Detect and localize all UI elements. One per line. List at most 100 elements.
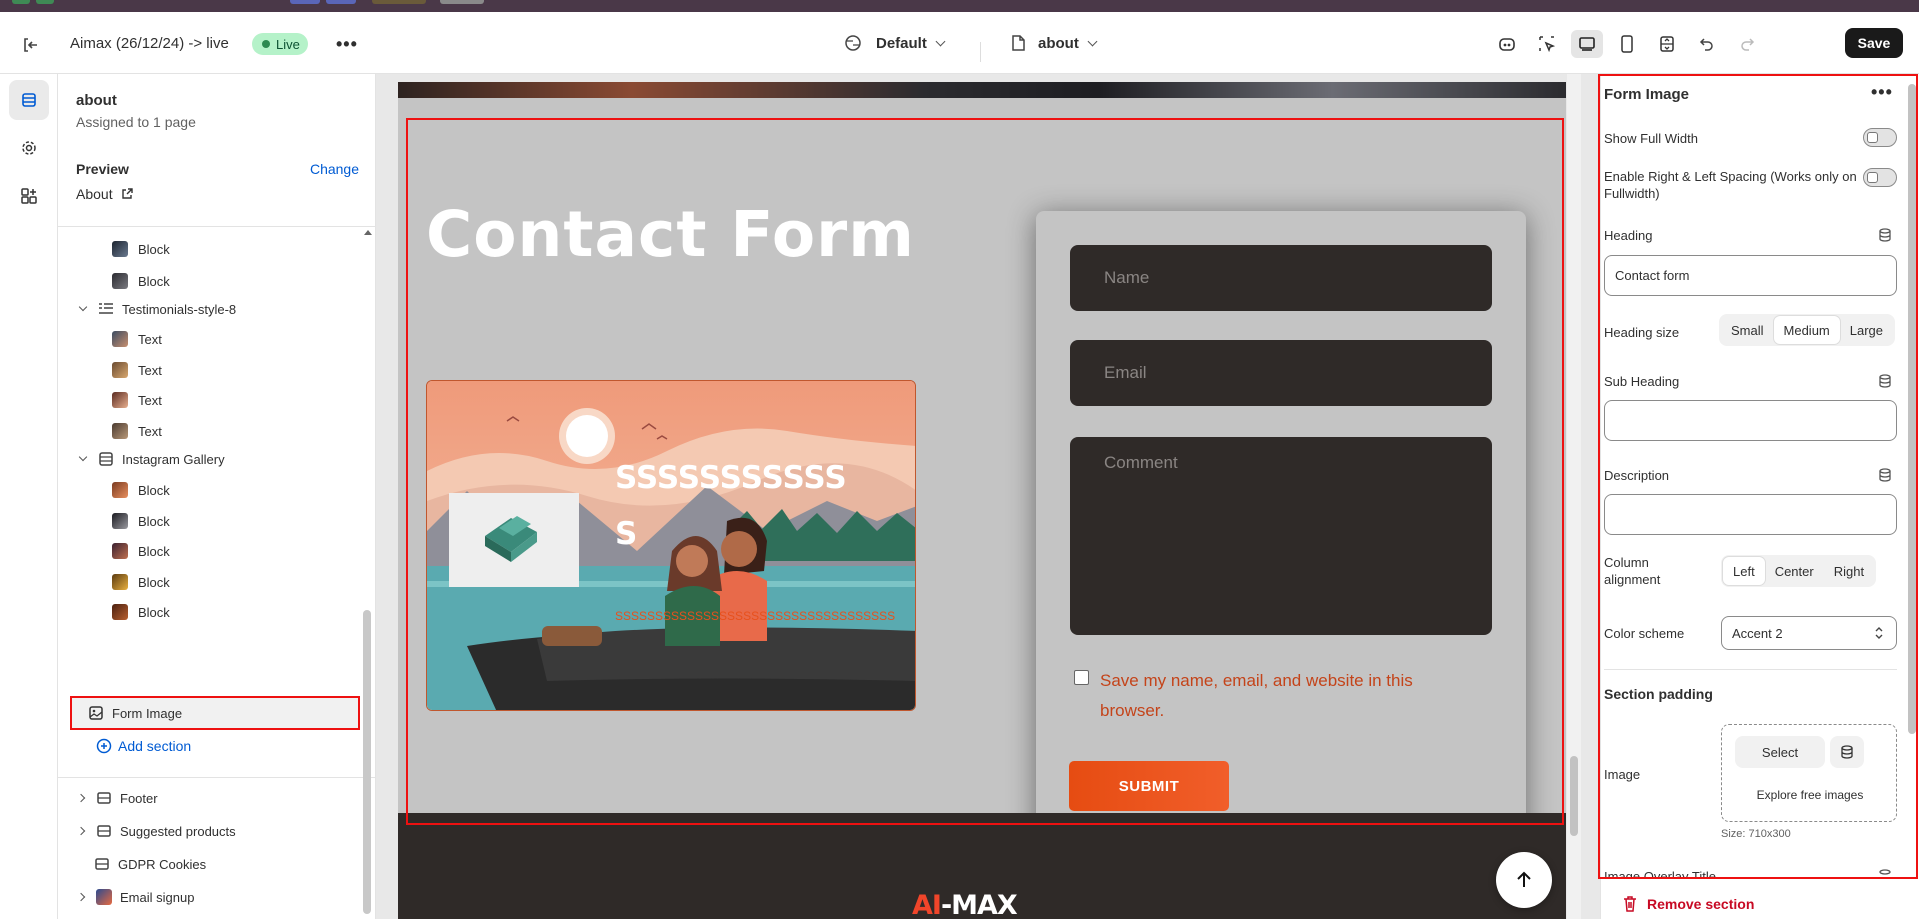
tree-item-label: Form Image	[112, 705, 183, 721]
scroll-up-arrow[interactable]	[364, 230, 372, 235]
external-link-icon	[121, 188, 133, 199]
inspector-icon[interactable]	[1531, 30, 1563, 58]
explore-free-images-link[interactable]: Explore free images	[1722, 788, 1898, 802]
heading-size-selector: Small Medium Large	[1719, 314, 1896, 346]
tree-item-text[interactable]: Text	[112, 416, 162, 446]
live-status-text: Live	[276, 36, 300, 52]
tree-item-instagram-gallery[interactable]: Instagram Gallery	[76, 444, 225, 474]
mobile-view-icon[interactable]	[1611, 30, 1643, 58]
template-selector[interactable]: Default	[844, 34, 946, 52]
select-image-button[interactable]: Select	[1735, 736, 1825, 768]
collapse-caret-icon[interactable]	[76, 892, 86, 902]
desktop-view-icon[interactable]	[1571, 30, 1603, 58]
updown-chevron-icon	[1875, 627, 1883, 639]
footer-logo-accent: AI	[912, 890, 942, 921]
sidebar-scrollbar[interactable]	[363, 610, 371, 914]
preview-page-label: About	[76, 186, 113, 202]
save-button[interactable]: Save	[1845, 28, 1903, 58]
heading-size-small[interactable]: Small	[1721, 316, 1774, 344]
canvas-scrollbar-thumb[interactable]	[1570, 756, 1578, 836]
add-section-button[interactable]: Add section	[96, 738, 191, 754]
tree-item-text[interactable]: Text	[112, 324, 162, 354]
trash-icon	[1624, 896, 1636, 912]
heading-size-medium[interactable]: Medium	[1773, 316, 1840, 344]
tree-item-text[interactable]: Text	[112, 355, 162, 385]
tree-item-block[interactable]: Block	[112, 506, 170, 536]
name-input[interactable]: Name	[1070, 245, 1492, 311]
page-label: about	[1038, 34, 1079, 52]
sub-heading-input[interactable]	[1604, 400, 1897, 441]
tree-item-label: Block	[138, 513, 170, 529]
tree-item-testimonials[interactable]: Testimonials-style-8	[76, 294, 236, 324]
description-input[interactable]	[1604, 494, 1897, 535]
spacing-toggle[interactable]	[1863, 168, 1897, 187]
collapse-caret-icon[interactable]	[76, 793, 86, 803]
undo-icon[interactable]	[1691, 30, 1723, 58]
tree-group-gdpr-cookies[interactable]: GDPR Cookies	[94, 849, 206, 879]
tree-item-block[interactable]: Block	[112, 567, 170, 597]
tree-item-block[interactable]: Block	[112, 475, 170, 505]
dynamic-source-icon[interactable]	[1878, 228, 1892, 242]
expand-caret-icon[interactable]	[78, 302, 88, 312]
dynamic-source-icon[interactable]	[1878, 374, 1892, 388]
template-assignment: Assigned to 1 page	[76, 114, 196, 130]
tree-item-label: Block	[138, 543, 170, 559]
preview-label: Preview	[76, 161, 129, 177]
tree-item-text[interactable]: Text	[112, 385, 162, 415]
settings-more-button[interactable]: •••	[1871, 82, 1893, 103]
block-thumbnail	[112, 513, 128, 529]
tree-item-block[interactable]: Block	[112, 597, 170, 627]
tree-item-block[interactable]: Block	[112, 266, 170, 296]
tree-group-suggested-products[interactable]: Suggested products	[76, 816, 236, 846]
show-full-width-toggle[interactable]	[1863, 128, 1897, 147]
submit-button[interactable]: SUBMIT	[1069, 761, 1229, 811]
settings-gear-icon[interactable]	[9, 128, 49, 168]
dynamic-source-icon[interactable]	[1878, 869, 1892, 878]
dynamic-source-icon[interactable]	[1878, 468, 1892, 482]
align-right[interactable]: Right	[1824, 557, 1874, 585]
tree-item-form-image[interactable]: Form Image	[70, 696, 360, 730]
fullscreen-icon[interactable]	[1651, 30, 1683, 58]
tree-item-block[interactable]: Block	[112, 234, 170, 264]
tree-group-email-signup[interactable]: Email signup	[76, 882, 194, 912]
contact-form-section[interactable]: Contact Form SSSSSSSSSSS S SSSSSSSSSSSSS…	[398, 98, 1566, 843]
change-preview-link[interactable]: Change	[310, 161, 359, 177]
image-picker: Select Explore free images	[1721, 724, 1897, 822]
color-scheme-label: Color scheme	[1604, 626, 1685, 641]
back-to-top-button[interactable]	[1496, 852, 1552, 908]
redo-icon[interactable]	[1731, 30, 1763, 58]
collapse-caret-icon[interactable]	[76, 826, 86, 836]
email-input[interactable]: Email	[1070, 340, 1492, 406]
preview-page-link[interactable]: About	[76, 186, 134, 202]
sub-heading-label: Sub Heading	[1604, 374, 1680, 389]
contact-heading: Contact Form	[426, 198, 915, 271]
color-scheme-select[interactable]: Accent 2	[1721, 616, 1897, 650]
template-title: about	[76, 92, 117, 109]
ai-assistant-icon[interactable]	[1491, 30, 1523, 58]
settings-scrollbar[interactable]	[1908, 84, 1916, 734]
email-signup-thumbnail	[96, 889, 112, 905]
image-overlay-subtitle: SSSSSSSSSSSSSSSSSSSSSSSSSSSSSSSSSSS	[615, 609, 896, 623]
page-selector[interactable]: about	[1010, 34, 1098, 52]
align-center[interactable]: Center	[1765, 557, 1824, 585]
exit-icon[interactable]	[18, 33, 42, 57]
divider	[980, 42, 981, 62]
tree-item-block[interactable]: Block	[112, 536, 170, 566]
settings-title: Form Image	[1604, 86, 1690, 103]
align-left[interactable]: Left	[1723, 557, 1765, 585]
sections-icon[interactable]	[9, 80, 49, 120]
dynamic-source-button[interactable]	[1830, 736, 1864, 768]
consent-checkbox[interactable]	[1074, 670, 1089, 685]
spacing-label: Enable Right & Left Spacing (Works only …	[1604, 169, 1857, 201]
heading-size-large[interactable]: Large	[1840, 316, 1893, 344]
tree-group-footer[interactable]: Footer	[76, 783, 158, 813]
remove-section-button[interactable]: Remove section	[1623, 896, 1754, 912]
apps-icon[interactable]	[9, 176, 49, 216]
heading-input[interactable]: Contact form	[1604, 255, 1897, 296]
testimonials-icon	[98, 301, 114, 317]
theme-more-button[interactable]: •••	[336, 34, 358, 55]
canvas-scrollbar[interactable]	[1567, 74, 1581, 919]
comment-textarea[interactable]: Comment	[1070, 437, 1492, 635]
editor-topbar: Aimax (26/12/24) -> live Live ••• Defaul…	[0, 12, 1919, 74]
expand-caret-icon[interactable]	[78, 452, 88, 462]
